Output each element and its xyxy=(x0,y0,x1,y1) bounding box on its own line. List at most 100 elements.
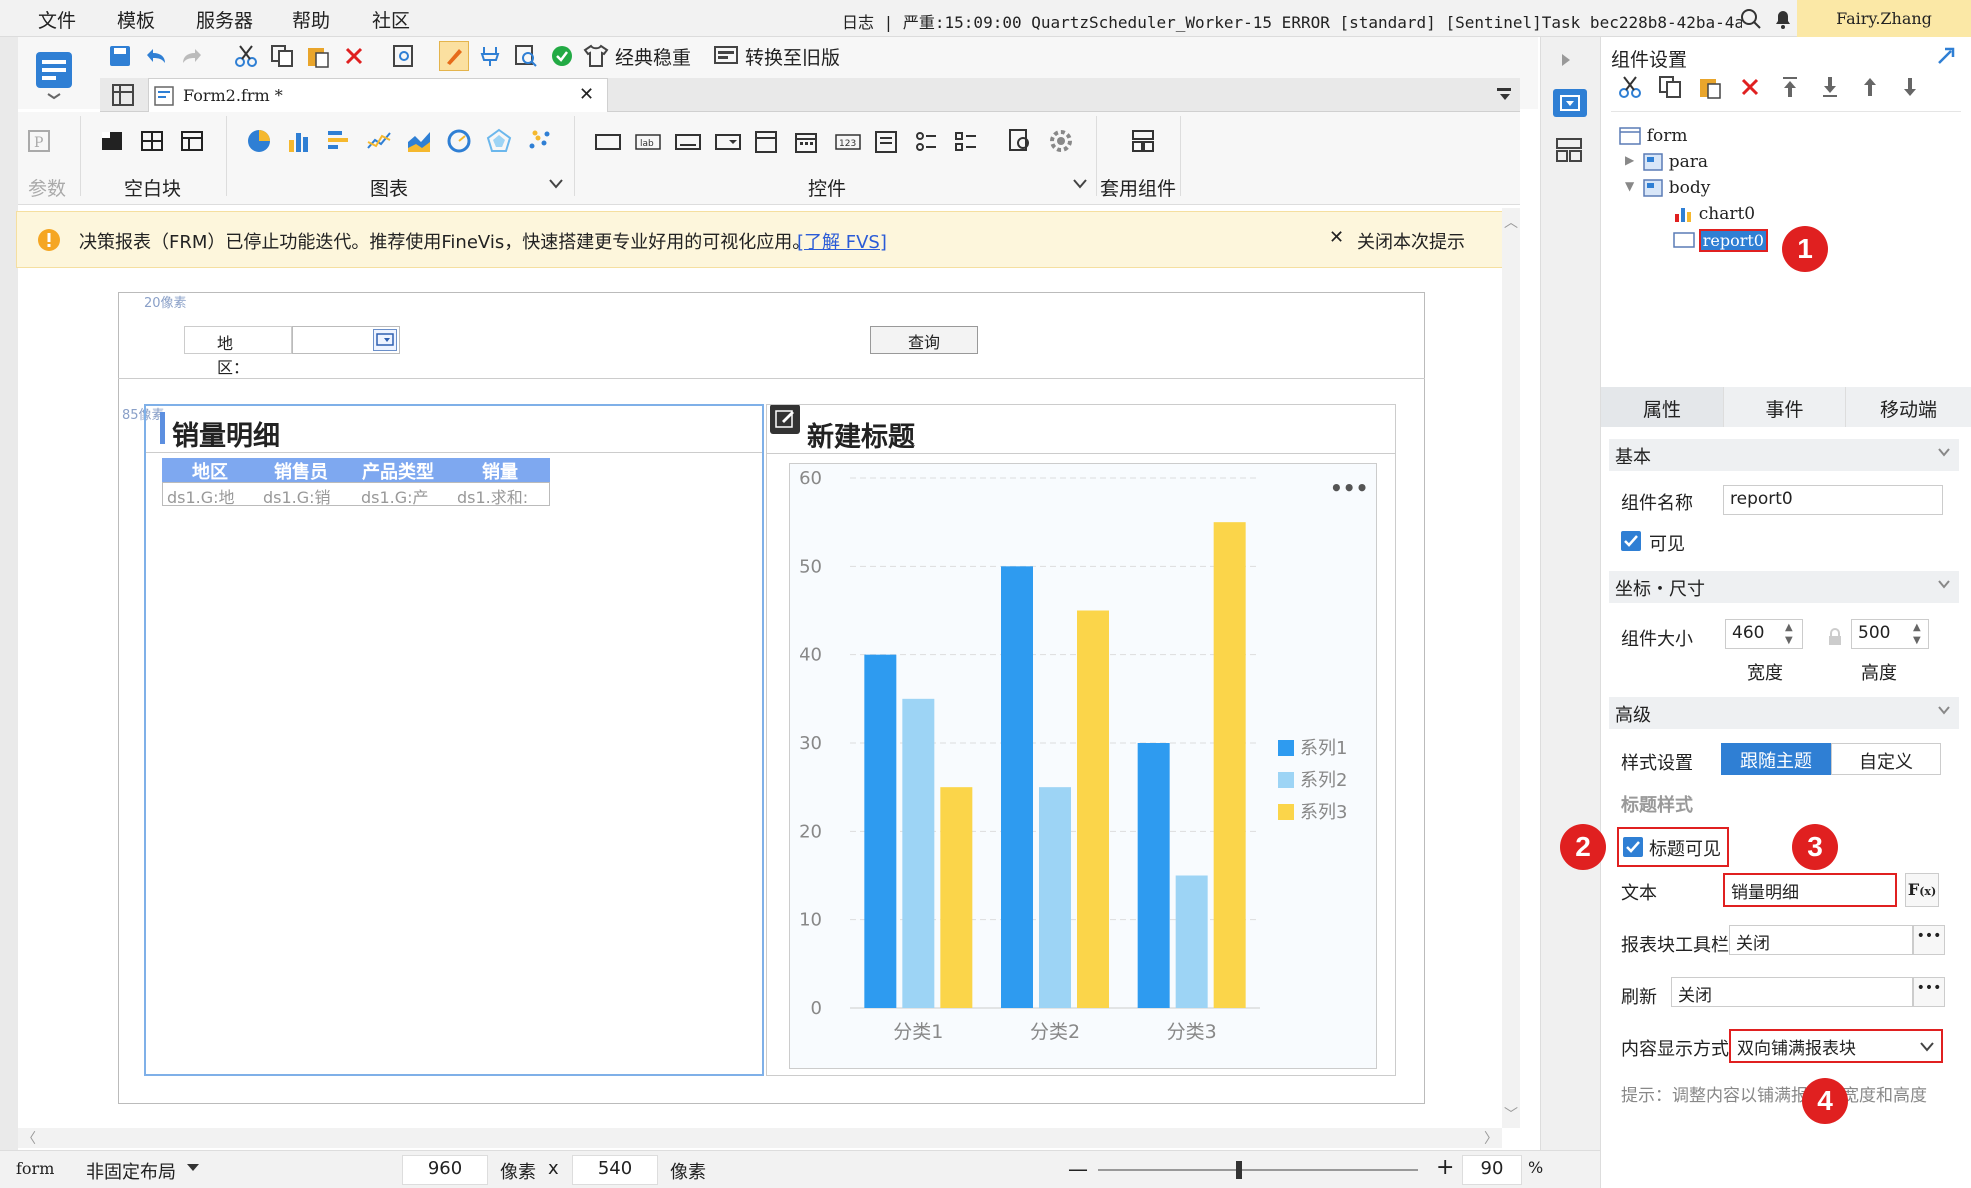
log-message[interactable]: 日志 | 严重:15:09:00 QuartzScheduler_Worker-… xyxy=(842,9,1742,33)
date-control-icon[interactable] xyxy=(794,130,818,154)
region-select[interactable] xyxy=(292,326,400,354)
tree-node-para[interactable]: para xyxy=(1643,151,1708,172)
menu-help[interactable]: 帮助 xyxy=(292,6,330,33)
section-position-size[interactable]: 坐标・尺寸 xyxy=(1609,571,1959,603)
number-control-icon[interactable]: 123 xyxy=(834,132,862,152)
search-control-icon[interactable] xyxy=(1008,128,1034,154)
check-circle-icon[interactable] xyxy=(547,41,577,71)
convert-icon[interactable] xyxy=(713,44,739,68)
blank-block-icon-3[interactable] xyxy=(180,130,204,152)
report-title[interactable]: 销量明细 xyxy=(172,414,280,453)
zoom-slider-handle[interactable] xyxy=(1236,1161,1242,1179)
search-icon[interactable] xyxy=(1740,8,1762,30)
move-top-icon[interactable] xyxy=(1775,72,1805,102)
chart-title[interactable]: 新建标题 xyxy=(807,415,915,454)
lock-icon[interactable] xyxy=(1827,627,1843,647)
preview-settings-icon[interactable] xyxy=(389,41,419,71)
layout-mode-select[interactable]: 非固定布局 xyxy=(86,1158,176,1184)
panel-copy-icon[interactable] xyxy=(1655,72,1685,102)
plugin-icon[interactable] xyxy=(475,41,505,71)
region-label[interactable]: 地区： xyxy=(184,326,292,377)
button-control-icon[interactable] xyxy=(674,132,702,152)
ribbon-chart-label[interactable]: 图表 xyxy=(370,174,408,201)
canvas-width-input[interactable]: 960 xyxy=(402,1155,488,1185)
panel-paste-icon[interactable] xyxy=(1695,72,1725,102)
visible-checkbox[interactable] xyxy=(1621,531,1641,551)
bar[interactable] xyxy=(1001,566,1033,1008)
delete-icon[interactable] xyxy=(339,41,369,71)
layout-tab-icon[interactable] xyxy=(1555,137,1583,163)
cell-sales[interactable]: ds1.求和: xyxy=(457,484,528,508)
report-toolbar-more-icon[interactable]: ••• xyxy=(1913,925,1945,955)
tab-menu-icon[interactable] xyxy=(1495,86,1515,104)
chart-block[interactable]: 新建标题 ••• 0 10 20 30 40 50 60 分类1 分类2 分类3 系列1 系列2 系列3 xyxy=(766,404,1396,1076)
ribbon-blank-label[interactable]: 空白块 xyxy=(124,174,181,201)
header-salesperson[interactable]: 销售员 xyxy=(274,458,328,484)
display-mode-chevron-icon[interactable] xyxy=(1919,1041,1935,1053)
param-icon[interactable]: P xyxy=(26,128,52,154)
report-toolbar-input[interactable]: 关闭 xyxy=(1729,925,1913,955)
section-pos-chevron-icon[interactable] xyxy=(1937,579,1951,589)
tree-node-form[interactable]: form xyxy=(1619,125,1688,146)
learn-fvs-link[interactable]: [了解 FVS] xyxy=(797,228,887,254)
zoom-out-icon[interactable]: — xyxy=(1068,1157,1088,1181)
label-control-icon[interactable]: lab xyxy=(634,132,662,152)
ribbon-params-label[interactable]: 参数 xyxy=(28,174,66,201)
layout-mode-chevron-icon[interactable] xyxy=(186,1163,200,1173)
report-block[interactable]: 销量明细 地区 销售员 产品类型 销量 ds1.G:地 ds1.G:销 ds1.… xyxy=(144,404,764,1076)
refresh-input[interactable]: 关闭 xyxy=(1671,977,1913,1007)
tab-properties[interactable]: 属性 xyxy=(1601,387,1723,427)
horizontal-bar-icon[interactable] xyxy=(326,128,352,154)
refresh-more-icon[interactable]: ••• xyxy=(1913,977,1945,1007)
tree-expand-para-icon[interactable]: ▶ xyxy=(1625,153,1637,167)
dropdown-icon[interactable] xyxy=(373,329,397,351)
close-warning-button[interactable]: 关闭本次提示 xyxy=(1357,228,1465,254)
bar[interactable] xyxy=(1039,787,1071,1008)
textbox-control-icon[interactable] xyxy=(594,132,622,152)
copy-icon[interactable] xyxy=(267,41,297,71)
paste-icon[interactable] xyxy=(303,41,333,71)
formula-icon[interactable]: F(x) xyxy=(1905,873,1939,907)
cell-salesperson[interactable]: ds1.G:销 xyxy=(263,484,331,508)
cut-icon[interactable] xyxy=(231,41,261,71)
query-button[interactable]: 查询 xyxy=(870,326,978,354)
component-name-input[interactable]: report0 xyxy=(1723,485,1943,515)
undo-icon[interactable] xyxy=(141,41,171,71)
bar-chart-icon[interactable] xyxy=(286,128,312,154)
list-control-icon[interactable] xyxy=(954,130,978,154)
close-warning-icon[interactable]: ✕ xyxy=(1329,227,1344,248)
dropdown-control-icon[interactable] xyxy=(714,132,742,152)
zoom-input[interactable]: 90 xyxy=(1462,1155,1522,1185)
style-custom-button[interactable]: 自定义 xyxy=(1831,743,1941,775)
bar[interactable] xyxy=(864,654,897,1008)
cell-product-type[interactable]: ds1.G:产 xyxy=(361,484,429,508)
search-data-icon[interactable] xyxy=(511,41,541,71)
area-chart-icon[interactable] xyxy=(406,128,432,154)
header-region[interactable]: 地区 xyxy=(192,458,228,484)
component-settings-tab-icon[interactable] xyxy=(1553,89,1587,117)
apply-component-icon[interactable] xyxy=(1130,128,1156,154)
blank-block-icon-1[interactable] xyxy=(100,130,124,152)
left-collapse-strip[interactable] xyxy=(0,37,18,1150)
zoom-slider-track[interactable] xyxy=(1098,1169,1418,1171)
bar[interactable] xyxy=(902,698,935,1008)
scatter-icon[interactable] xyxy=(526,128,552,154)
expand-panel-icon[interactable] xyxy=(1559,51,1573,69)
title-visible-checkbox[interactable] xyxy=(1623,837,1643,857)
radio-group-icon[interactable] xyxy=(754,130,778,154)
style-follow-theme-button[interactable]: 跟随主题 xyxy=(1721,743,1831,775)
tree-node-chart0[interactable]: chart0 xyxy=(1673,203,1755,224)
gauge-icon[interactable] xyxy=(446,128,472,154)
shirt-icon[interactable] xyxy=(583,44,609,68)
bar[interactable] xyxy=(1213,522,1246,1008)
height-stepper-icon[interactable]: ▲ ▼ xyxy=(1913,621,1921,647)
save-icon[interactable] xyxy=(105,41,135,71)
bell-icon[interactable] xyxy=(1773,8,1793,30)
menu-server[interactable]: 服务器 xyxy=(196,6,253,33)
menu-file[interactable]: 文件 xyxy=(38,6,76,33)
section-adv-chevron-icon[interactable] xyxy=(1937,705,1951,715)
tab-close-icon[interactable]: ✕ xyxy=(579,84,594,105)
menu-template[interactable]: 模板 xyxy=(117,6,155,33)
panel-delete-icon[interactable] xyxy=(1735,72,1765,102)
move-down-icon[interactable] xyxy=(1895,72,1925,102)
